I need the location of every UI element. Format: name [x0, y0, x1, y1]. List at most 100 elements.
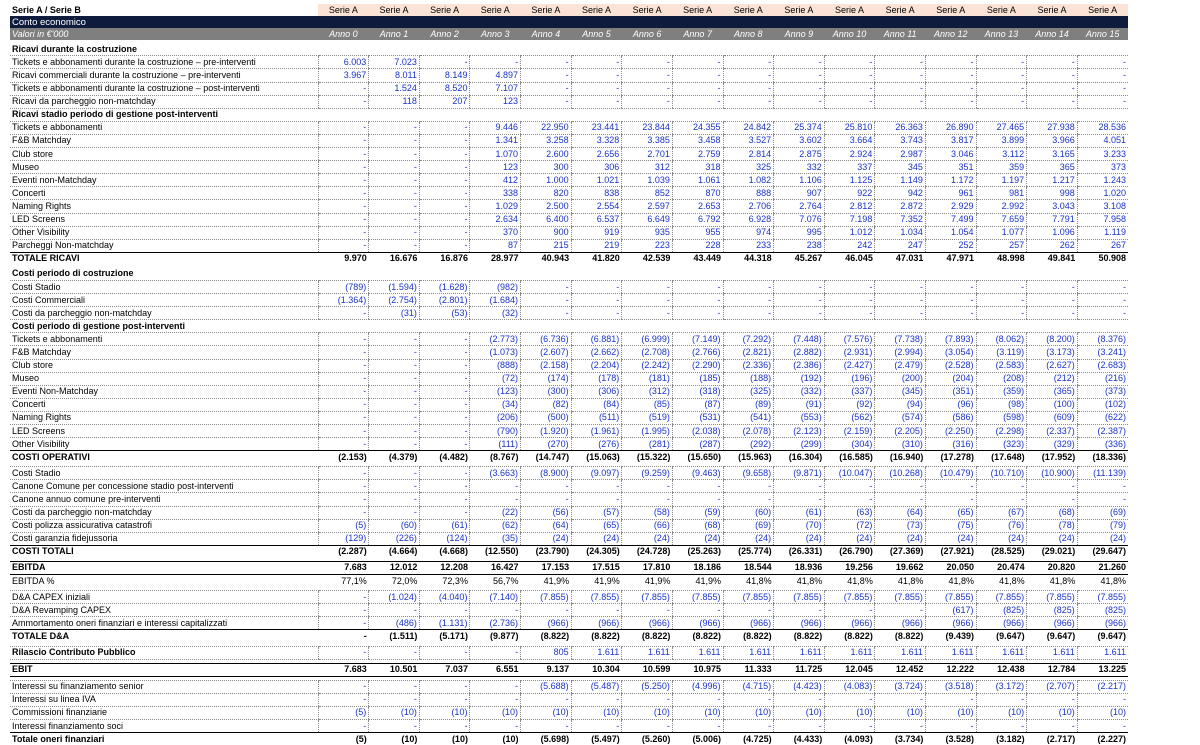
value-cell[interactable]: - — [418, 505, 470, 520]
value-cell[interactable]: (292) — [722, 437, 774, 452]
value-cell[interactable]: - — [317, 479, 369, 494]
value-cell[interactable]: 23.441 — [570, 120, 622, 135]
value-cell[interactable]: (196) — [823, 371, 875, 386]
value-cell[interactable]: (966) — [671, 616, 723, 631]
value-cell[interactable]: (94) — [874, 397, 926, 412]
value-cell[interactable]: - — [874, 692, 926, 707]
value-cell[interactable]: (63) — [823, 505, 875, 520]
value-cell[interactable]: (60) — [722, 505, 774, 520]
value-cell[interactable]: - — [469, 55, 521, 70]
value-cell[interactable]: 123 — [469, 160, 521, 175]
value-cell[interactable]: - — [975, 94, 1027, 109]
value-cell[interactable]: (58) — [621, 505, 673, 520]
value-cell[interactable]: - — [317, 679, 369, 694]
value-cell[interactable]: 22.950 — [520, 120, 572, 135]
value-cell[interactable]: - — [469, 492, 521, 507]
value-cell[interactable]: (69) — [1076, 505, 1128, 520]
value-cell[interactable]: (9.658) — [722, 466, 774, 481]
value-cell[interactable]: - — [874, 55, 926, 70]
value-cell[interactable]: (2.766) — [671, 345, 723, 360]
value-cell[interactable]: - — [418, 238, 470, 253]
value-cell[interactable]: (7.855) — [621, 590, 673, 605]
value-cell[interactable]: - — [418, 466, 470, 481]
value-cell[interactable]: (178) — [570, 371, 622, 386]
value-cell[interactable]: (10) — [621, 705, 673, 720]
value-cell[interactable]: - — [317, 590, 369, 605]
value-cell[interactable]: - — [975, 692, 1027, 707]
value-cell[interactable]: (24) — [671, 531, 723, 546]
value-cell[interactable]: 2.656 — [570, 147, 622, 162]
value-cell[interactable]: 242 — [823, 238, 875, 253]
value-cell[interactable]: (70) — [773, 518, 825, 533]
value-cell[interactable]: - — [975, 68, 1027, 83]
value-cell[interactable]: (982) — [469, 279, 521, 295]
value-cell[interactable]: - — [671, 81, 723, 96]
value-cell[interactable]: - — [418, 120, 470, 135]
value-cell[interactable]: - — [368, 345, 420, 360]
value-cell[interactable]: (2.250) — [924, 423, 977, 439]
value-cell[interactable]: 8.011 — [368, 68, 420, 83]
value-cell[interactable]: 24.842 — [722, 120, 774, 135]
value-cell[interactable]: - — [773, 279, 825, 295]
value-cell[interactable]: - — [621, 718, 673, 734]
value-cell[interactable]: (24) — [975, 531, 1027, 546]
value-cell[interactable]: 6.003 — [317, 55, 369, 70]
value-cell[interactable]: - — [773, 94, 825, 109]
value-cell[interactable]: (124) — [418, 531, 470, 546]
value-cell[interactable]: 2.814 — [722, 147, 774, 162]
value-cell[interactable]: 247 — [874, 238, 926, 253]
value-cell[interactable]: 1.524 — [368, 81, 420, 96]
value-cell[interactable]: - — [924, 55, 977, 70]
value-cell[interactable]: - — [368, 492, 420, 507]
value-cell[interactable]: 6.928 — [722, 212, 774, 227]
value-cell[interactable]: 351 — [924, 160, 977, 175]
value-cell[interactable]: (1.594) — [368, 279, 420, 295]
value-cell[interactable]: 1.611 — [722, 645, 774, 660]
value-cell[interactable]: - — [317, 505, 369, 520]
value-cell[interactable]: - — [317, 397, 369, 412]
value-cell[interactable]: (2.627) — [1026, 358, 1078, 373]
value-cell[interactable]: - — [874, 492, 926, 507]
value-cell[interactable]: - — [368, 410, 420, 426]
value-cell[interactable]: (24) — [1076, 531, 1128, 546]
value-cell[interactable]: 3.233 — [1076, 147, 1128, 162]
value-cell[interactable]: (75) — [924, 518, 977, 533]
value-cell[interactable]: 123 — [469, 94, 521, 109]
value-cell[interactable]: - — [570, 55, 622, 70]
value-cell[interactable]: - — [520, 492, 572, 507]
value-cell[interactable]: - — [924, 279, 977, 295]
value-cell[interactable]: - — [368, 603, 420, 618]
value-cell[interactable]: 1.096 — [1026, 225, 1078, 240]
value-cell[interactable]: - — [317, 120, 369, 135]
value-cell[interactable]: 370 — [469, 225, 521, 240]
value-cell[interactable]: - — [570, 492, 622, 507]
value-cell[interactable]: - — [722, 279, 774, 295]
value-cell[interactable]: 24.355 — [671, 120, 723, 135]
value-cell[interactable]: (966) — [1026, 616, 1078, 631]
value-cell[interactable]: (310) — [874, 437, 926, 452]
value-cell[interactable]: - — [317, 718, 369, 734]
value-cell[interactable]: (9.097) — [570, 466, 622, 481]
value-cell[interactable]: (6.881) — [570, 332, 622, 347]
value-cell[interactable]: - — [570, 692, 622, 707]
value-cell[interactable]: 907 — [773, 186, 825, 201]
value-cell[interactable]: - — [1026, 479, 1078, 494]
value-cell[interactable]: (226) — [368, 531, 420, 546]
value-cell[interactable]: (287) — [671, 437, 723, 452]
value-cell[interactable]: 961 — [924, 186, 977, 201]
value-cell[interactable]: (87) — [671, 397, 723, 412]
value-cell[interactable]: 7.659 — [975, 212, 1027, 227]
value-cell[interactable]: - — [773, 603, 825, 618]
value-cell[interactable]: 3.385 — [621, 133, 673, 149]
value-cell[interactable]: - — [671, 94, 723, 109]
value-cell[interactable]: (204) — [924, 371, 977, 386]
value-cell[interactable]: - — [317, 616, 369, 631]
value-cell[interactable]: (56) — [520, 505, 572, 520]
value-cell[interactable]: - — [368, 437, 420, 452]
value-cell[interactable]: - — [1026, 68, 1078, 83]
value-cell[interactable]: (312) — [621, 384, 673, 399]
value-cell[interactable]: 27.938 — [1026, 120, 1078, 135]
value-cell[interactable]: (2.078) — [722, 423, 774, 439]
value-cell[interactable]: (10) — [924, 705, 977, 720]
value-cell[interactable]: - — [368, 384, 420, 399]
